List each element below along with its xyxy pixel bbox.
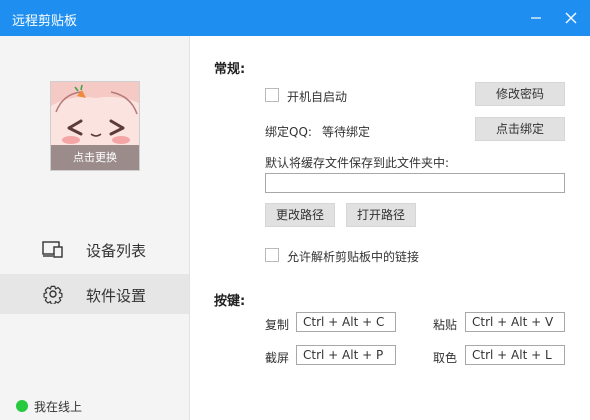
- cache-folder-input[interactable]: [265, 173, 565, 193]
- title-bar: 远程剪贴板: [0, 0, 590, 36]
- hotkey-screenshot-label: 截屏: [265, 351, 290, 365]
- general-section-title: 常规:: [214, 62, 246, 77]
- hotkey-copy-label: 复制: [265, 318, 290, 332]
- parse-links-checkbox[interactable]: [265, 248, 279, 262]
- open-path-button[interactable]: 打开路径: [346, 203, 416, 227]
- hotkey-colorpick-input[interactable]: Ctrl + Alt + L: [465, 345, 565, 365]
- sidebar-item-settings[interactable]: 软件设置: [0, 274, 189, 314]
- hotkey-screenshot-input[interactable]: Ctrl + Alt + P: [296, 345, 396, 365]
- cache-folder-label: 默认将缓存文件保存到此文件夹中:: [265, 156, 450, 170]
- avatar[interactable]: 点击更换: [50, 81, 140, 171]
- sidebar: 点击更换 设备列表 软件设置 我在线上: [0, 36, 190, 420]
- sidebar-item-label: 设备列表: [86, 242, 147, 260]
- hotkey-colorpick-label: 取色: [433, 351, 458, 365]
- bind-qq-button[interactable]: 点击绑定: [475, 117, 565, 141]
- gear-icon: [43, 285, 63, 304]
- close-icon: [565, 12, 577, 24]
- change-path-button[interactable]: 更改路径: [265, 203, 335, 227]
- devices-icon: [42, 241, 63, 258]
- change-password-button[interactable]: 修改密码: [475, 82, 565, 106]
- sidebar-item-devices[interactable]: 设备列表: [0, 229, 189, 269]
- autostart-label: 开机自启动: [287, 90, 348, 104]
- minimize-icon: [531, 17, 541, 19]
- bind-qq-status: 等待绑定: [322, 125, 371, 139]
- window-title: 远程剪贴板: [12, 14, 78, 29]
- close-button[interactable]: [557, 0, 585, 36]
- status-dot-icon: [16, 400, 28, 412]
- parse-links-label: 允许解析剪贴板中的链接: [287, 250, 420, 264]
- hotkey-paste-label: 粘贴: [433, 318, 458, 332]
- minimize-button[interactable]: [522, 0, 550, 36]
- hotkey-copy-input[interactable]: Ctrl + Alt + C: [296, 312, 396, 332]
- hotkey-paste-input[interactable]: Ctrl + Alt + V: [465, 312, 565, 332]
- hotkeys-section-title: 按键:: [214, 294, 246, 309]
- bind-qq-label: 绑定QQ:: [265, 125, 312, 139]
- sidebar-item-label: 软件设置: [86, 287, 147, 305]
- status-text: 我在线上: [34, 400, 83, 414]
- autostart-checkbox[interactable]: [265, 88, 279, 102]
- avatar-caption: 点击更换: [51, 145, 139, 170]
